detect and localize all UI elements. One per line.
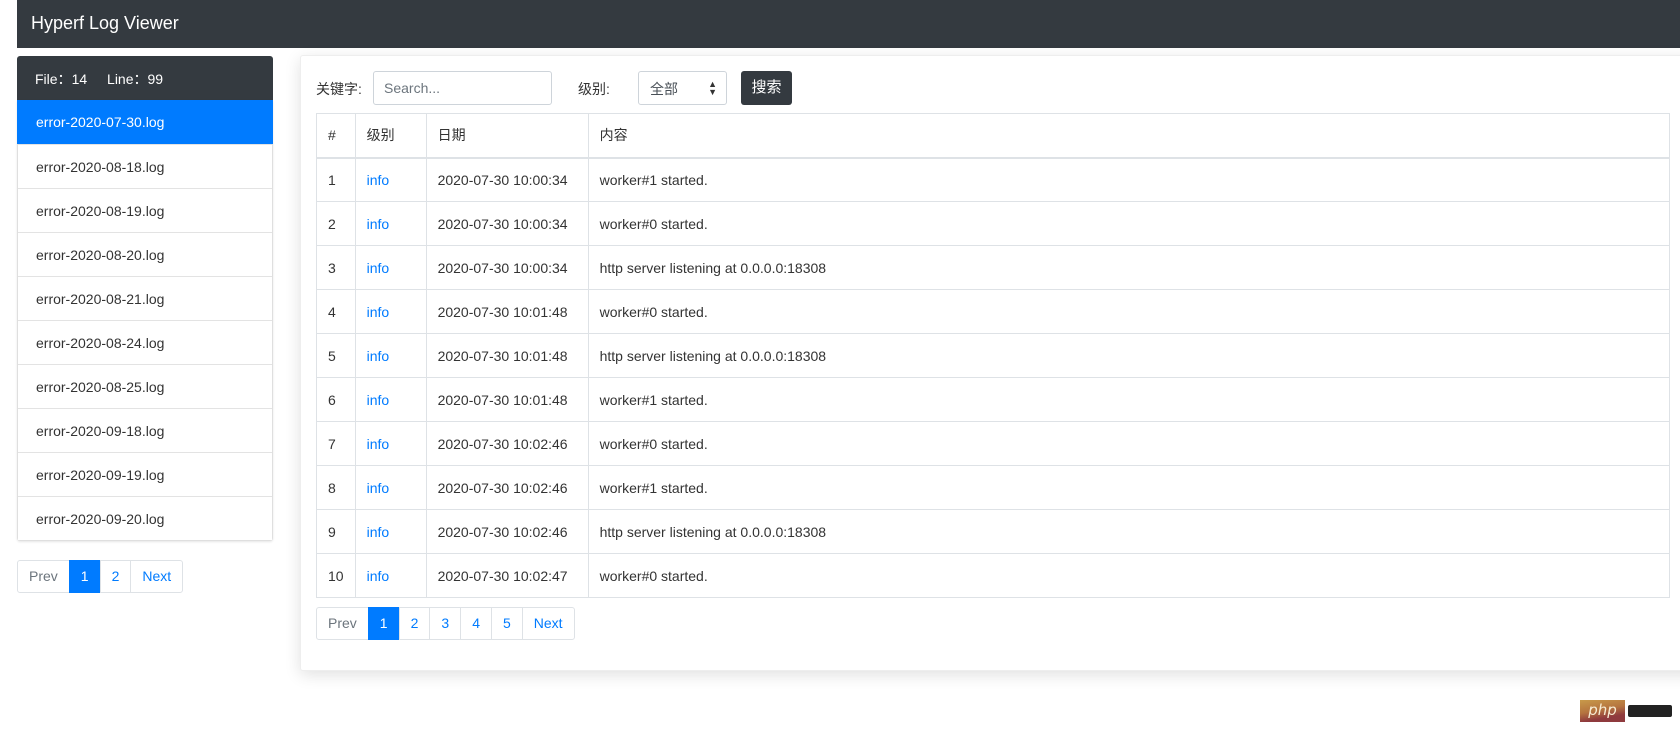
search-button[interactable]: 搜索 <box>741 71 792 105</box>
row-level[interactable]: info <box>354 421 427 466</box>
log-file-item[interactable]: error-2020-08-19.log <box>18 188 272 232</box>
row-date: 2020-07-30 10:00:34 <box>425 245 589 290</box>
row-level[interactable]: info <box>354 553 427 598</box>
level-select[interactable]: 全部 ▲ ▼ <box>638 71 727 105</box>
log-file-item[interactable]: error-2020-08-20.log <box>18 232 272 276</box>
php-watermark: php <box>1580 700 1672 722</box>
app-title[interactable]: Hyperf Log Viewer <box>31 13 179 34</box>
page-4-button[interactable]: 4 <box>460 607 492 640</box>
row-date: 2020-07-30 10:01:48 <box>425 377 589 422</box>
row-level[interactable]: info <box>354 333 427 378</box>
column-header-index: # <box>316 113 356 159</box>
column-header-content: 内容 <box>587 113 1671 159</box>
page-1-button[interactable]: 1 <box>367 607 400 640</box>
row-level[interactable]: info <box>354 377 427 422</box>
page-5-button[interactable]: 5 <box>490 607 523 640</box>
row-date: 2020-07-30 10:02:46 <box>425 509 589 554</box>
row-index: 2 <box>316 201 356 246</box>
select-sort-arrows-icon: ▲ ▼ <box>708 79 717 97</box>
row-index: 8 <box>316 465 356 510</box>
row-content: worker#0 started. <box>587 289 1671 334</box>
sidebar: File：14 Line：99 error-2020-07-30.log erro… <box>17 56 273 541</box>
log-row: 9 info 2020-07-30 10:02:46 http server list… <box>316 509 1671 554</box>
log-pagination: Prev 1 2 3 4 5 Next <box>316 607 575 640</box>
log-row: 10 info 2020-07-30 10:02:47 worker#0 starte… <box>316 553 1671 598</box>
row-index: 4 <box>316 289 356 334</box>
search-toolbar: 关键字: 级别: 全部 ▲▼ 搜索 <box>316 71 916 105</box>
row-level[interactable]: info <box>354 289 427 334</box>
row-index: 1 <box>316 157 356 202</box>
top-navbar: Hyperf Log Viewer <box>17 0 1680 48</box>
log-file-item[interactable]: error-2020-09-18.log <box>18 408 272 452</box>
level-select-value: 全部 <box>650 81 678 97</box>
file-count-stat: File：14 <box>35 71 88 87</box>
php-logo-icon: php <box>1580 700 1625 722</box>
row-level[interactable]: info <box>354 465 427 510</box>
row-date: 2020-07-30 10:00:34 <box>425 157 589 202</box>
page-1-button[interactable]: 1 <box>68 560 101 593</box>
file-stats: File：14 Line：99 <box>17 56 273 100</box>
next-page-button[interactable]: Next <box>521 607 575 640</box>
log-row: 5 info 2020-07-30 10:01:48 http server list… <box>316 333 1671 378</box>
log-row: 1 info 2020-07-30 10:00:34 worker#1 started… <box>316 157 1671 202</box>
row-index: 9 <box>316 509 356 554</box>
keyword-label: 关键字: <box>316 81 362 97</box>
log-table: # 级别 日期 内容 1 info 2020-07-30 10:00:34 worke… <box>316 113 1671 598</box>
row-level[interactable]: info <box>354 509 427 554</box>
row-index: 3 <box>316 245 356 290</box>
log-file-list: error-2020-07-30.log error-2020-08-18.log… <box>17 100 273 541</box>
row-content: worker#0 started. <box>587 201 1671 246</box>
log-panel: 关键字: 级别: 全部 ▲▼ 搜索 # 级别 日期 内容 1info2020-0… <box>300 55 1680 671</box>
log-file-item[interactable]: error-2020-08-21.log <box>18 276 272 320</box>
sidebar-pagination: Prev 1 2 Next <box>17 560 184 593</box>
row-date: 2020-07-30 10:02:46 <box>425 421 589 466</box>
log-file-item[interactable]: error-2020-08-18.log <box>18 144 272 188</box>
watermark-text <box>1628 705 1672 717</box>
row-level[interactable]: info <box>354 201 427 246</box>
page-3-button[interactable]: 3 <box>429 607 462 640</box>
column-header-level: 级别 <box>354 113 427 159</box>
prev-page-button[interactable]: Prev <box>17 560 70 593</box>
row-content: http server listening at 0.0.0.0:18308 <box>587 509 1671 554</box>
row-content: worker#1 started. <box>587 465 1671 510</box>
keyword-search-input[interactable] <box>373 71 552 105</box>
log-file-item[interactable]: error-2020-09-20.log <box>18 496 272 540</box>
row-content: worker#1 started. <box>587 157 1671 202</box>
row-level[interactable]: info <box>354 245 427 290</box>
log-row: 8 info 2020-07-30 10:02:46 worker#1 started… <box>316 465 1671 510</box>
page-2-button[interactable]: 2 <box>99 560 132 593</box>
row-date: 2020-07-30 10:02:46 <box>425 465 589 510</box>
log-file-item[interactable]: error-2020-07-30.log <box>17 100 273 144</box>
row-content: worker#1 started. <box>587 377 1671 422</box>
next-page-button[interactable]: Next <box>130 560 184 593</box>
row-date: 2020-07-30 10:01:48 <box>425 289 589 334</box>
log-file-item[interactable]: error-2020-08-24.log <box>18 320 272 364</box>
log-row: 6 info 2020-07-30 10:01:48 worker#1 started… <box>316 377 1671 422</box>
prev-page-button[interactable]: Prev <box>316 607 369 640</box>
log-file-item[interactable]: error-2020-08-25.log <box>18 364 272 408</box>
log-row: 2 info 2020-07-30 10:00:34 worker#0 started… <box>316 201 1671 246</box>
log-row: 3 info 2020-07-30 10:00:34 http server list… <box>316 245 1671 290</box>
row-content: worker#0 started. <box>587 553 1671 598</box>
line-count-stat: Line：99 <box>107 71 164 87</box>
log-file-item[interactable]: error-2020-09-19.log <box>18 452 272 496</box>
page-2-button[interactable]: 2 <box>398 607 431 640</box>
row-content: http server listening at 0.0.0.0:18308 <box>587 245 1671 290</box>
table-header-row: # 级别 日期 内容 <box>316 113 1671 159</box>
row-content: worker#0 started. <box>587 421 1671 466</box>
row-index: 6 <box>316 377 356 422</box>
log-row: 7 info 2020-07-30 10:02:46 worker#0 started… <box>316 421 1671 466</box>
row-date: 2020-07-30 10:00:34 <box>425 201 589 246</box>
row-index: 5 <box>316 333 356 378</box>
row-content: http server listening at 0.0.0.0:18308 <box>587 333 1671 378</box>
row-date: 2020-07-30 10:02:47 <box>425 553 589 598</box>
row-index: 7 <box>316 421 356 466</box>
row-date: 2020-07-30 10:01:48 <box>425 333 589 378</box>
column-header-date: 日期 <box>425 113 589 159</box>
row-index: 10 <box>316 553 356 598</box>
row-level[interactable]: info <box>354 157 427 202</box>
log-row: 4 info 2020-07-30 10:01:48 worker#0 started… <box>316 289 1671 334</box>
level-label: 级别: <box>578 81 610 97</box>
